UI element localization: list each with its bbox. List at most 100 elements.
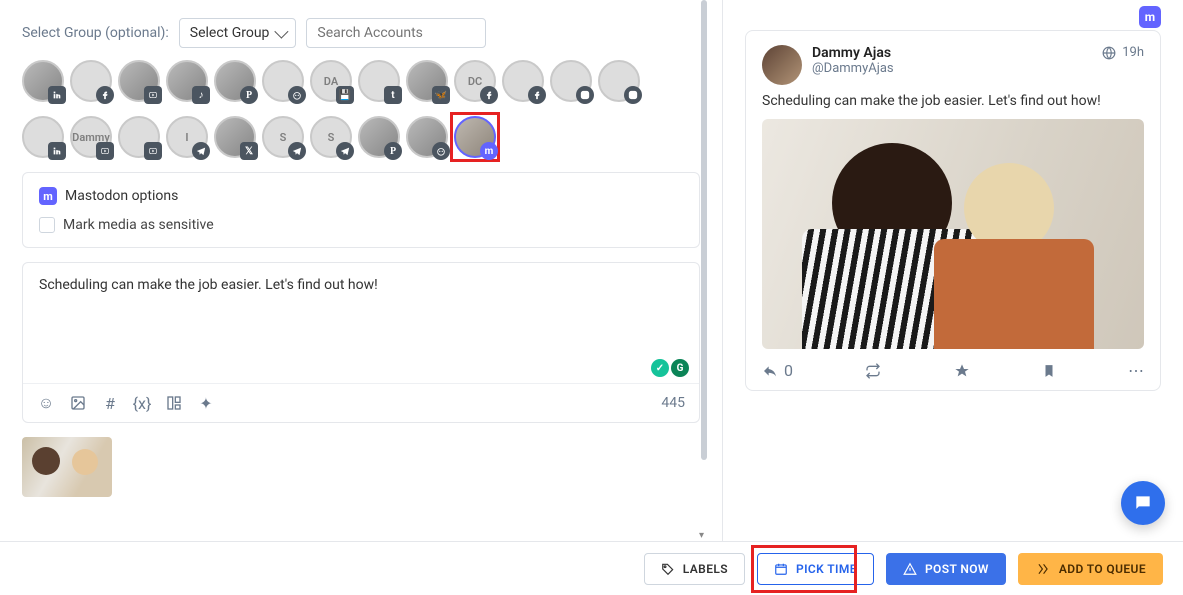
tiktok-icon: ♪ — [192, 86, 210, 104]
bookmark-button[interactable] — [1042, 363, 1056, 379]
tag-icon — [661, 562, 675, 576]
facebook-icon — [480, 86, 498, 104]
labels-text: LABELS — [683, 562, 728, 576]
post-preview-card: Dammy Ajas @DammyAjas 19h Scheduling can… — [745, 30, 1161, 391]
author-block: Dammy Ajas @DammyAjas — [812, 45, 894, 76]
youtube-icon — [144, 86, 162, 104]
account-avatar[interactable]: DA💾 — [310, 60, 352, 102]
account-avatar[interactable]: DC — [454, 60, 496, 102]
variable-icon[interactable]: {x} — [133, 394, 151, 412]
preview-image — [762, 119, 1144, 349]
char-count: 445 — [661, 395, 685, 411]
account-avatar[interactable]: t — [358, 60, 400, 102]
author-handle: @DammyAjas — [812, 61, 894, 76]
emoji-icon[interactable]: ☺ — [37, 394, 55, 412]
account-avatar[interactable] — [22, 116, 64, 158]
compose-content: Scheduling can make the job easier. Let'… — [39, 277, 378, 293]
reply-icon — [762, 363, 778, 379]
account-avatar[interactable] — [118, 60, 160, 102]
preview-header: Dammy Ajas @DammyAjas 19h — [762, 45, 1144, 85]
checkbox-icon — [39, 217, 55, 233]
search-accounts-input[interactable] — [306, 18, 486, 48]
account-avatar[interactable] — [598, 60, 640, 102]
mastodon-options-card: m Mastodon options Mark media as sensiti… — [22, 172, 700, 248]
account-avatar[interactable]: 𝕏 — [214, 116, 256, 158]
add-queue-text: ADD TO QUEUE — [1059, 562, 1146, 576]
youtube-icon — [96, 142, 114, 160]
account-avatar[interactable] — [70, 60, 112, 102]
account-avatar[interactable] — [406, 116, 448, 158]
telegram-icon — [192, 142, 210, 160]
account-avatar[interactable]: P — [214, 60, 256, 102]
mastodon-icon: m — [39, 187, 57, 205]
account-avatar[interactable]: P — [358, 116, 400, 158]
account-avatar[interactable]: m — [454, 116, 496, 158]
compose-textarea[interactable]: Scheduling can make the job easier. Let'… — [23, 263, 699, 383]
post-now-text: POST NOW — [925, 562, 989, 576]
account-avatar[interactable] — [118, 116, 160, 158]
x-icon: 𝕏 — [240, 142, 258, 160]
add-to-queue-button[interactable]: ADD TO QUEUE — [1018, 553, 1163, 585]
reply-count: 0 — [784, 361, 793, 380]
linkedin-icon — [48, 86, 66, 104]
grammarly-widget[interactable]: ✓ G — [651, 359, 689, 377]
hashtag-icon[interactable]: # — [101, 394, 119, 412]
account-avatar[interactable]: ♪ — [166, 60, 208, 102]
account-avatar[interactable] — [262, 60, 304, 102]
account-avatars-row-2: DammyI𝕏SSPm — [22, 116, 700, 158]
calendar-icon — [774, 562, 788, 576]
account-avatar[interactable]: Dammy — [70, 116, 112, 158]
layout-icon[interactable] — [165, 394, 183, 412]
group-row: Select Group (optional): Select Group — [22, 18, 700, 48]
pick-time-text: PICK TIME — [796, 562, 857, 576]
grammarly-g-icon: G — [671, 359, 689, 377]
pinterest-icon: P — [384, 142, 402, 160]
labels-button[interactable]: LABELS — [644, 553, 745, 585]
more-button[interactable]: ⋯ — [1128, 361, 1144, 380]
select-group-text: Select Group — [190, 25, 270, 41]
chat-icon — [1133, 493, 1153, 513]
mastodon-brand-icon: m — [1139, 6, 1161, 28]
options-title: Mastodon options — [65, 188, 178, 204]
globe-icon — [1102, 46, 1116, 60]
pick-time-button[interactable]: PICK TIME — [757, 553, 874, 585]
compose-toolbar: ☺ # {x} ✦ 445 — [23, 383, 699, 422]
reply-button[interactable]: 0 — [762, 361, 793, 380]
preview-meta: 19h — [1102, 45, 1144, 60]
sparkle-icon[interactable]: ✦ — [197, 394, 215, 412]
account-avatar[interactable]: S — [262, 116, 304, 158]
image-icon[interactable] — [69, 394, 87, 412]
account-avatar[interactable]: I — [166, 116, 208, 158]
sensitive-checkbox-row[interactable]: Mark media as sensitive — [39, 217, 683, 233]
youtube-icon — [144, 142, 162, 160]
composer-pane: Select Group (optional): Select Group ♪P… — [0, 0, 723, 595]
instagram-icon — [624, 86, 642, 104]
attached-image-thumbnail[interactable] — [22, 437, 112, 497]
queue-icon — [1035, 562, 1051, 576]
account-avatar[interactable] — [502, 60, 544, 102]
telegram-icon — [336, 142, 354, 160]
star-icon — [954, 363, 970, 379]
post-now-button[interactable]: POST NOW — [886, 553, 1006, 585]
boost-button[interactable] — [865, 363, 881, 379]
account-avatars-row-1: ♪P DA💾 t🦋DC — [22, 60, 700, 102]
select-group-dropdown[interactable]: Select Group — [179, 18, 297, 48]
account-avatar[interactable]: S — [310, 116, 352, 158]
left-scrollbar[interactable]: ▾ — [700, 0, 708, 535]
group-label: Select Group (optional): — [22, 25, 169, 41]
chat-fab[interactable] — [1121, 481, 1165, 525]
mastodon-icon: m — [480, 142, 498, 160]
sensitive-label: Mark media as sensitive — [63, 217, 214, 233]
scrollbar-thumb[interactable] — [701, 0, 707, 460]
account-avatar[interactable]: 🦋 — [406, 60, 448, 102]
telegram-icon — [288, 142, 306, 160]
favorite-button[interactable] — [954, 363, 970, 379]
warning-icon — [903, 562, 917, 576]
tumblr-icon: t — [384, 86, 402, 104]
instagram-icon — [576, 86, 594, 104]
facebook-icon — [528, 86, 546, 104]
bottom-action-bar: LABELS PICK TIME POST NOW ADD TO QUEUE — [0, 541, 1183, 595]
scroll-down-icon[interactable]: ▾ — [699, 530, 704, 541]
account-avatar[interactable] — [22, 60, 64, 102]
account-avatar[interactable] — [550, 60, 592, 102]
